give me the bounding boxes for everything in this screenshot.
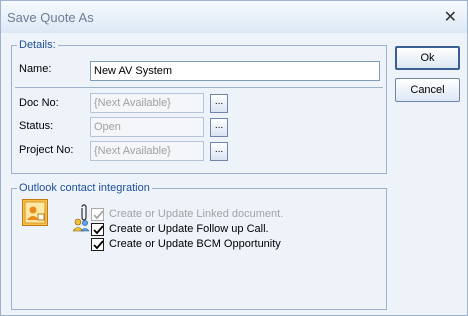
follow-up-call-checkbox[interactable]	[91, 223, 104, 236]
doc-no-label: Doc No:	[19, 97, 59, 109]
linked-document-option-label: Create or Update Linked document.	[109, 208, 284, 220]
doc-no-browse-button[interactable]: ...	[210, 94, 228, 113]
ok-button[interactable]: Ok	[395, 46, 460, 70]
checkmark-icon	[93, 210, 104, 220]
status-field[interactable]: Open	[90, 117, 204, 137]
bcm-opportunity-option-label: Create or Update BCM Opportunity	[109, 238, 281, 250]
status-browse-button[interactable]: ...	[210, 118, 228, 137]
name-input[interactable]: New AV System	[90, 61, 380, 81]
outlook-contact-icon	[22, 199, 48, 226]
dialog-title: Save Quote As	[7, 10, 94, 25]
contact-group-icon	[73, 218, 90, 232]
linked-document-checkbox[interactable]	[91, 208, 104, 221]
bcm-opportunity-checkbox[interactable]	[91, 238, 104, 251]
follow-up-call-option-label: Create or Update Follow up Call.	[109, 223, 269, 235]
checkmark-icon	[93, 225, 104, 235]
project-no-field[interactable]: {Next Available}	[90, 141, 204, 161]
status-label: Status:	[19, 120, 54, 132]
save-quote-dialog: Save Quote As ✕ Details: Name: New AV Sy…	[0, 0, 468, 316]
title-bar: Save Quote As ✕	[1, 1, 467, 33]
name-label: Name:	[19, 63, 52, 75]
outlook-legend: Outlook contact integration	[19, 182, 150, 194]
cancel-button[interactable]: Cancel	[395, 78, 460, 102]
project-no-browse-button[interactable]: ...	[210, 142, 228, 161]
details-divider	[15, 87, 383, 88]
close-icon[interactable]: ✕	[444, 7, 457, 27]
checkmark-icon	[93, 240, 104, 250]
details-legend: Details:	[19, 39, 56, 51]
doc-no-field[interactable]: {Next Available}	[90, 93, 204, 113]
project-no-label: Project No:	[19, 144, 74, 156]
